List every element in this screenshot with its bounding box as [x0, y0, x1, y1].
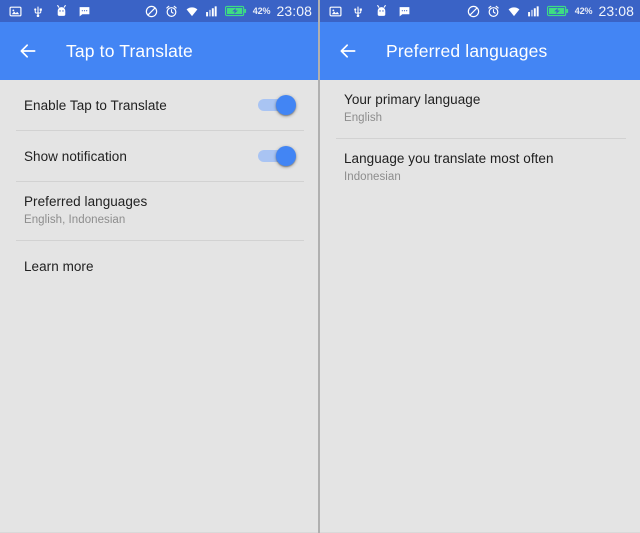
toggle-thumb: [276, 146, 296, 166]
setting-row-enable-tap-to-translate[interactable]: Enable Tap to Translate: [0, 80, 318, 130]
setting-row-preferred-languages[interactable]: Preferred languages English, Indonesian: [0, 182, 318, 240]
row-title: Your primary language: [344, 92, 481, 107]
cellular-signal-icon: [205, 4, 219, 18]
setting-row-most-translated-language[interactable]: Language you translate most often Indone…: [320, 139, 640, 197]
cellular-signal-icon: [527, 4, 541, 18]
row-texts: Your primary language English: [344, 91, 624, 126]
row-title: Preferred languages: [24, 194, 148, 209]
row-title: Language you translate most often: [344, 151, 554, 166]
right-phone-panel: 42% 23:08 Preferred languages Your prima…: [320, 0, 640, 533]
setting-row-learn-more[interactable]: Learn more: [0, 241, 318, 291]
usb-icon: [31, 4, 45, 18]
row-texts: Show notification: [24, 148, 258, 165]
page-title: Tap to Translate: [66, 40, 193, 61]
setting-row-primary-language[interactable]: Your primary language English: [320, 80, 640, 138]
status-bar-notification-icons: [328, 4, 411, 18]
image-icon: [328, 4, 342, 18]
battery-percent-label: 42%: [252, 6, 271, 16]
status-bar-system-icons: 42% 23:08: [145, 4, 312, 19]
battery-charging-icon: [224, 4, 247, 18]
left-app-bar: Tap to Translate: [0, 22, 318, 80]
row-texts: Learn more: [24, 258, 302, 275]
page-title: Preferred languages: [386, 40, 548, 61]
show-notification-toggle[interactable]: [258, 146, 296, 166]
back-arrow-icon[interactable]: [0, 23, 56, 79]
left-status-bar: 42% 23:08: [0, 0, 318, 22]
message-icon: [77, 4, 91, 18]
battery-percent-label: 42%: [574, 6, 593, 16]
row-texts: Enable Tap to Translate: [24, 97, 258, 114]
back-arrow-icon[interactable]: [320, 23, 376, 79]
wifi-icon: [507, 4, 521, 18]
android-debug-icon: [374, 4, 388, 18]
row-texts: Language you translate most often Indone…: [344, 150, 624, 185]
wifi-icon: [185, 4, 199, 18]
toggle-thumb: [276, 95, 296, 115]
do-not-disturb-icon: [467, 4, 481, 18]
right-status-bar: 42% 23:08: [320, 0, 640, 22]
usb-icon: [351, 4, 365, 18]
row-subtitle: English: [344, 112, 383, 124]
battery-charging-icon: [546, 4, 569, 18]
image-icon: [8, 4, 22, 18]
alarm-icon: [165, 4, 179, 18]
left-settings-list: Enable Tap to Translate Show notificatio…: [0, 80, 318, 533]
alarm-icon: [487, 4, 501, 18]
screenshot-root: 42% 23:08 Tap to Translate Enable Tap to…: [0, 0, 640, 533]
android-debug-icon: [54, 4, 68, 18]
row-title: Show notification: [24, 148, 127, 164]
status-bar-notification-icons: [8, 4, 91, 18]
row-title: Learn more: [24, 258, 94, 274]
row-subtitle: English, Indonesian: [24, 214, 126, 226]
row-title: Enable Tap to Translate: [24, 97, 167, 113]
right-app-bar: Preferred languages: [320, 22, 640, 80]
setting-row-show-notification[interactable]: Show notification: [0, 131, 318, 181]
enable-tap-to-translate-toggle[interactable]: [258, 95, 296, 115]
left-phone-panel: 42% 23:08 Tap to Translate Enable Tap to…: [0, 0, 320, 533]
row-subtitle: Indonesian: [344, 171, 401, 183]
right-settings-list: Your primary language English Language y…: [320, 80, 640, 533]
row-texts: Preferred languages English, Indonesian: [24, 193, 302, 228]
status-bar-clock: 23:08: [276, 2, 312, 19]
message-icon: [397, 4, 411, 18]
do-not-disturb-icon: [145, 4, 159, 18]
status-bar-system-icons: 42% 23:08: [467, 4, 634, 19]
status-bar-clock: 23:08: [598, 2, 634, 19]
